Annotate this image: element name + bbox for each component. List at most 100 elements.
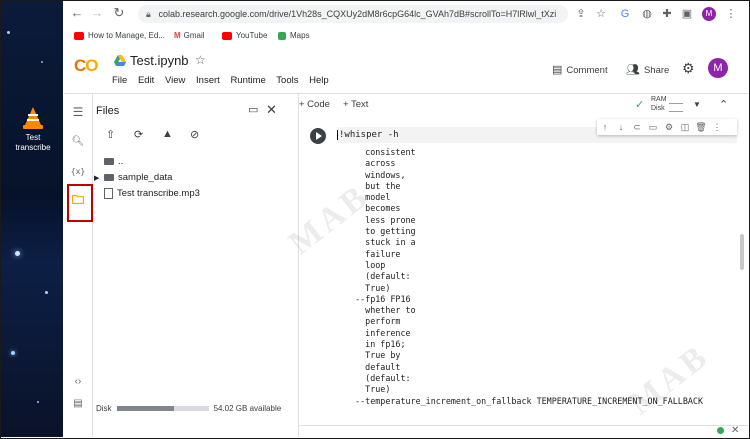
ram-label: RAM bbox=[651, 96, 667, 103]
translate-extension-icon[interactable]: G bbox=[618, 7, 632, 21]
menu-view[interactable]: View bbox=[165, 75, 185, 86]
bookmark-gmail[interactable]: M Gmail bbox=[174, 27, 205, 45]
move-up-icon[interactable]: ↑ bbox=[599, 119, 611, 135]
menu-file[interactable]: File bbox=[112, 75, 127, 86]
people-icon: 👥︎ bbox=[626, 64, 640, 76]
add-code-button[interactable]: + Code bbox=[299, 94, 330, 116]
file-tree-parent-folder[interactable]: .. bbox=[104, 154, 200, 170]
file-icon bbox=[104, 187, 113, 199]
code-snippets-icon[interactable]: ‹› bbox=[69, 374, 87, 390]
output-line: less prone bbox=[345, 214, 416, 225]
comment-icon: ▤ bbox=[552, 64, 563, 76]
browser-menu-icon[interactable]: ⋮ bbox=[724, 7, 738, 21]
menu-help[interactable]: Help bbox=[309, 75, 329, 86]
browser-profile-avatar[interactable]: M bbox=[702, 7, 716, 21]
code-cell: !whisper -h consistent across windows, b… bbox=[305, 122, 737, 422]
share-button[interactable]: 👥︎ Share bbox=[626, 63, 669, 76]
settings-gear-icon[interactable]: ⚙ bbox=[682, 60, 695, 77]
desktop-shortcut-label-line2: transcribe bbox=[15, 143, 51, 152]
ram-disk-indicator[interactable]: RAM Disk bbox=[651, 95, 667, 113]
output-line: becomes bbox=[345, 203, 401, 214]
tree-item-label: .. bbox=[118, 156, 124, 167]
address-bar-url: colab.research.google.com/drive/1Vh28s_C… bbox=[158, 9, 557, 19]
bookmark-maps[interactable]: Maps bbox=[278, 27, 310, 45]
menu-bar: File Edit View Insert Runtime Tools Help bbox=[112, 75, 337, 86]
search-icon[interactable]: 🔍︎ bbox=[69, 134, 87, 150]
desktop-light bbox=[11, 351, 15, 355]
desktop-shortcut-test-transcribe[interactable]: Test transcribe bbox=[9, 105, 57, 153]
code-text: !whisper -h bbox=[337, 130, 399, 140]
vlc-icon bbox=[20, 105, 46, 131]
bookmark-label: How to Manage, Ed... bbox=[88, 31, 165, 40]
reload-icon[interactable]: ↻ bbox=[112, 6, 126, 20]
close-status-icon[interactable]: ✕ bbox=[731, 425, 739, 436]
collapse-header-icon[interactable]: ⌃ bbox=[719, 94, 728, 116]
extensions-puzzle-icon[interactable]: ✚ bbox=[660, 7, 674, 21]
colab-logo[interactable]: CO bbox=[74, 56, 98, 76]
upload-file-icon[interactable]: ⇧ bbox=[106, 128, 115, 141]
bookmark-youtube[interactable]: YouTube bbox=[222, 27, 267, 45]
desktop-light bbox=[41, 61, 43, 63]
bookmark-label: YouTube bbox=[236, 31, 268, 40]
status-bar: ✕ bbox=[299, 425, 748, 437]
back-icon[interactable]: ← bbox=[70, 6, 84, 20]
more-options-icon[interactable]: ⋮ bbox=[711, 119, 723, 135]
ram-bar bbox=[669, 103, 683, 104]
notebook-title[interactable]: Test.ipynb bbox=[130, 53, 189, 68]
globe-extension-icon[interactable]: ◍ bbox=[640, 7, 654, 21]
disk-indicator-label: Disk bbox=[651, 105, 665, 112]
menu-tools[interactable]: Tools bbox=[276, 75, 298, 86]
add-text-button[interactable]: + Text bbox=[343, 94, 368, 116]
file-tree-sample-data[interactable]: ▶ sample_data bbox=[94, 170, 200, 186]
tree-item-label: sample_data bbox=[118, 172, 173, 183]
bookmark-label: Maps bbox=[290, 31, 310, 40]
browser-toolbar: ← → ↻ 🔒︎ colab.research.google.com/drive… bbox=[64, 1, 748, 27]
disk-usage-bar bbox=[116, 406, 209, 412]
run-cell-button[interactable] bbox=[310, 128, 326, 144]
disk-bar bbox=[669, 111, 683, 112]
table-of-contents-icon[interactable]: ☰ bbox=[69, 104, 87, 120]
mount-drive-icon[interactable]: ▲ bbox=[162, 128, 173, 140]
cell-settings-icon[interactable]: ⚙ bbox=[663, 119, 675, 135]
menu-insert[interactable]: Insert bbox=[196, 75, 220, 86]
command-palette-icon[interactable]: ▤ bbox=[69, 396, 87, 412]
disk-usage: Disk 54.02 GB available bbox=[96, 404, 281, 413]
status-dot-icon bbox=[717, 427, 724, 434]
mirror-cell-icon[interactable]: ◫ bbox=[679, 119, 691, 135]
colab-profile-avatar[interactable]: M bbox=[708, 58, 728, 78]
comment-button[interactable]: ▤ Comment bbox=[552, 63, 608, 76]
files-folder-icon[interactable] bbox=[69, 194, 87, 210]
output-line: loop bbox=[345, 259, 386, 270]
delete-cell-icon[interactable]: 🗑︎ bbox=[695, 119, 707, 135]
share-label: Share bbox=[643, 65, 670, 76]
close-icon[interactable]: ✕ bbox=[266, 102, 277, 118]
share-page-icon[interactable]: ⇪ bbox=[574, 7, 588, 21]
output-line: model bbox=[345, 192, 391, 203]
scrollbar-thumb[interactable] bbox=[740, 234, 744, 270]
bookmark-how-to-manage[interactable]: How to Manage, Ed... bbox=[74, 27, 165, 45]
move-down-icon[interactable]: ↓ bbox=[615, 119, 627, 135]
menu-runtime[interactable]: Runtime bbox=[230, 75, 265, 86]
bookmark-star-icon[interactable]: ☆ bbox=[594, 7, 608, 21]
output-line: --fp16 FP16 bbox=[345, 293, 411, 304]
browser-window: ← → ↻ 🔒︎ colab.research.google.com/drive… bbox=[64, 1, 748, 437]
refresh-folder-icon[interactable]: ⟳ bbox=[134, 128, 143, 141]
variables-icon[interactable]: {x} bbox=[69, 164, 87, 180]
expand-panel-icon[interactable]: ▭ bbox=[248, 103, 258, 116]
comment-cell-icon[interactable]: ▭ bbox=[647, 119, 659, 135]
star-icon[interactable]: ☆ bbox=[195, 53, 206, 67]
address-bar[interactable]: 🔒︎ colab.research.google.com/drive/1Vh28… bbox=[138, 5, 568, 23]
expand-arrow-icon[interactable]: ▶ bbox=[94, 171, 104, 187]
output-scrollbar[interactable] bbox=[739, 116, 745, 426]
hide-files-icon[interactable]: ⊘ bbox=[190, 128, 199, 141]
runtime-dropdown-icon[interactable]: ▼ bbox=[693, 94, 701, 116]
output-line: in fp16; bbox=[345, 339, 406, 350]
forward-icon[interactable]: → bbox=[90, 6, 104, 20]
menu-edit[interactable]: Edit bbox=[138, 75, 154, 86]
output-line: stuck in a bbox=[345, 237, 416, 248]
google-drive-icon bbox=[114, 55, 126, 66]
file-tree-test-transcribe[interactable]: Test transcribe.mp3 bbox=[104, 186, 200, 202]
side-panel-icon[interactable]: ▣ bbox=[680, 7, 694, 21]
output-line: inference bbox=[345, 327, 411, 338]
link-icon[interactable]: ⊂ bbox=[631, 119, 643, 135]
